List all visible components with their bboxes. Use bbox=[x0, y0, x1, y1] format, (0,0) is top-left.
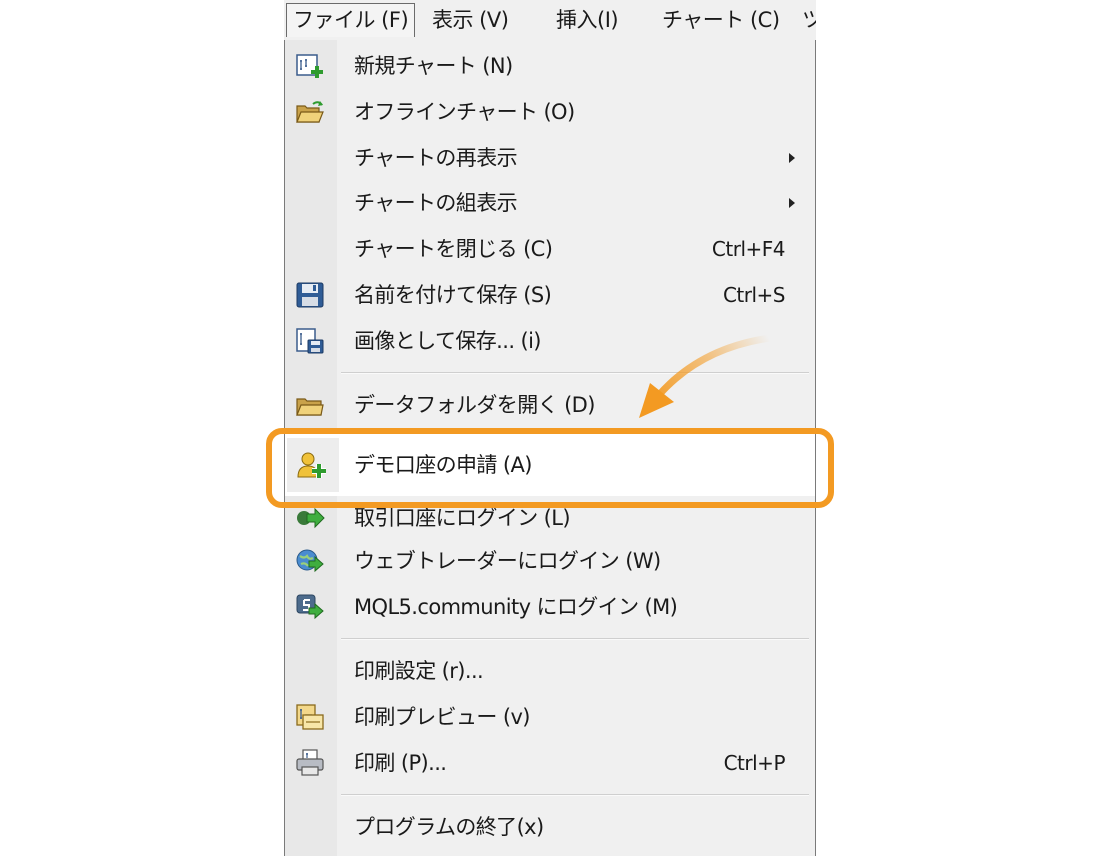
floppy-disk-icon bbox=[295, 281, 325, 309]
menu-item-mql5-login[interactable]: MQL5.community にログイン (M) bbox=[285, 585, 815, 629]
menu-separator bbox=[341, 372, 809, 374]
menu-item-label: MQL5.community にログイン (M) bbox=[354, 595, 678, 619]
printer-icon bbox=[295, 749, 325, 777]
menu-item-label: 画像として保存... (i) bbox=[354, 329, 542, 353]
globe-arrow-icon bbox=[295, 547, 325, 575]
menubar-tools[interactable]: ツ bbox=[796, 3, 816, 37]
menu-item-label: 印刷設定 (r)... bbox=[354, 659, 484, 683]
menu-item-exit[interactable]: プログラムの終了(x) bbox=[285, 805, 815, 849]
menu-item-offline-chart[interactable]: オフラインチャート (O) bbox=[285, 90, 815, 134]
menu-item-save-as[interactable]: 名前を付けて保存 (S) Ctrl+S bbox=[285, 273, 815, 317]
menubar-file[interactable]: ファイル (F) bbox=[286, 3, 416, 37]
menu-item-label: チャートの再表示 bbox=[354, 146, 518, 170]
menu-item-print-preview[interactable]: 印刷プレビュー (v) bbox=[285, 695, 815, 739]
shortcut-label: Ctrl+P bbox=[723, 751, 786, 775]
menu-separator bbox=[341, 794, 809, 796]
submenu-arrow-icon bbox=[789, 153, 795, 163]
menu-item-print[interactable]: 印刷 (P)... Ctrl+P bbox=[285, 741, 815, 785]
menu-item-label: 新規チャート (N) bbox=[354, 54, 513, 78]
menubar-view[interactable]: 表示 (V) bbox=[426, 3, 514, 37]
menubar-insert[interactable]: 挿入(I) bbox=[550, 3, 624, 37]
save-image-icon bbox=[295, 327, 325, 355]
menu-item-print-setup[interactable]: 印刷設定 (r)... bbox=[285, 649, 815, 693]
login-arrow-icon bbox=[295, 504, 325, 532]
shortcut-label: Ctrl+S bbox=[722, 283, 786, 307]
open-folder-icon bbox=[295, 98, 325, 126]
menu-item-close-chart[interactable]: チャートを閉じる (C) Ctrl+F4 bbox=[285, 227, 815, 271]
menu-item-label: 名前を付けて保存 (S) bbox=[354, 283, 552, 307]
menu-item-label: オフラインチャート (O) bbox=[354, 100, 575, 124]
menu-item-webtrader-login[interactable]: ウェブトレーダーにログイン (W) bbox=[285, 539, 815, 583]
menu-item-label: チャートを閉じる (C) bbox=[354, 237, 553, 261]
menu-item-open-data-folder[interactable]: データフォルダを開く (D) bbox=[285, 383, 815, 427]
mql5-icon bbox=[295, 593, 325, 621]
submenu-arrow-icon bbox=[789, 198, 795, 208]
folder-icon bbox=[295, 391, 325, 419]
menu-item-label: プログラムの終了(x) bbox=[354, 815, 544, 839]
menu-item-redisplay-chart[interactable]: チャートの再表示 bbox=[285, 136, 815, 180]
menu-item-save-image[interactable]: 画像として保存... (i) bbox=[285, 319, 815, 363]
menu-item-label: データフォルダを開く (D) bbox=[354, 393, 595, 417]
menu-bar: ファイル (F) 表示 (V) 挿入(I) チャート (C) ツ bbox=[284, 0, 816, 41]
new-chart-icon bbox=[295, 52, 325, 80]
print-preview-icon bbox=[295, 703, 325, 731]
menu-item-chart-set[interactable]: チャートの組表示 bbox=[285, 181, 815, 225]
menu-item-new-chart[interactable]: 新規チャート (N) bbox=[285, 44, 815, 88]
highlight-frame bbox=[266, 428, 834, 508]
menu-separator bbox=[341, 638, 809, 640]
menubar-charts[interactable]: チャート (C) bbox=[656, 3, 786, 37]
menu-item-label: 印刷 (P)... bbox=[354, 751, 447, 775]
menu-item-label: ウェブトレーダーにログイン (W) bbox=[354, 549, 661, 573]
menu-item-label: チャートの組表示 bbox=[354, 191, 518, 215]
menu-item-label: 印刷プレビュー (v) bbox=[354, 705, 530, 729]
shortcut-label: Ctrl+F4 bbox=[711, 237, 786, 261]
